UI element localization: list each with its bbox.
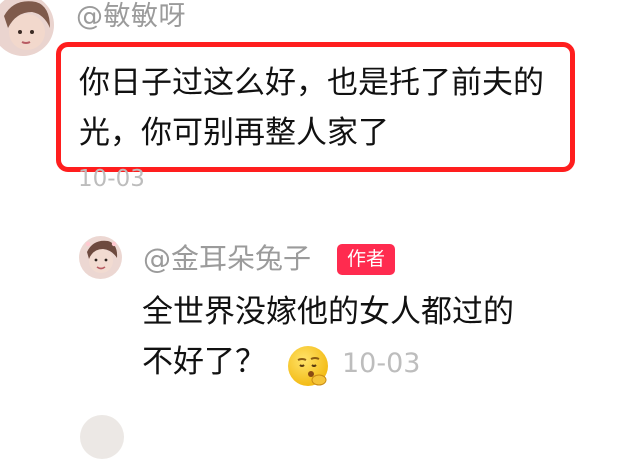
avatar-image-icon [79,236,122,279]
reply-text-line1: 全世界没嫁他的女人都过的 [142,294,514,330]
avatar[interactable] [0,0,54,56]
next-comment-avatar[interactable] [80,415,124,459]
comment-time: 10-03 [78,166,145,192]
reply-text-line2: 不好了？ [142,344,266,380]
next-comment-username[interactable] [143,421,263,433]
reply-username[interactable]: @金耳朵兔子 [143,245,311,273]
avatar-image-icon [0,0,54,56]
reply-avatar[interactable] [79,236,122,279]
comment-text: 你日子过这么好，也是托了前夫的光，你可别再整人家了 [79,65,544,151]
author-badge: 作者 [337,244,395,275]
reply-time: 10-03 [342,348,421,379]
comment-username[interactable]: @敏敏呀 [76,3,186,30]
thinking-face-emoji-icon [288,346,328,386]
